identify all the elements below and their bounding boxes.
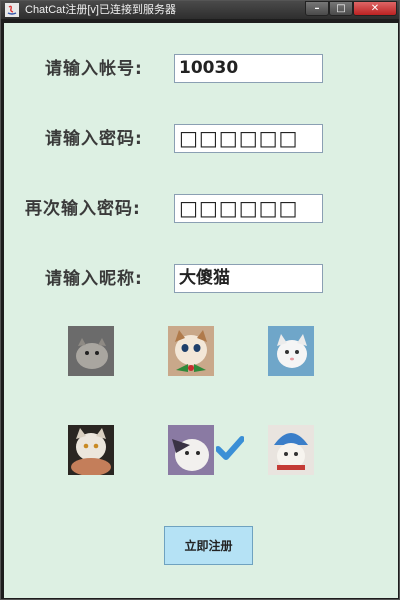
avatar-ginger-cat[interactable] bbox=[168, 326, 214, 376]
grey-cat-icon bbox=[68, 326, 114, 376]
purple-cat-icon bbox=[168, 425, 214, 475]
account-label: 请输入帐号: bbox=[45, 59, 143, 79]
avatar-blue-hat-cat[interactable] bbox=[268, 425, 314, 475]
avatar-purple-cat[interactable] bbox=[168, 425, 214, 475]
password-label: 请输入密码: bbox=[45, 129, 143, 149]
blue-hat-cat-icon bbox=[268, 425, 314, 475]
cat-in-hands-icon bbox=[68, 425, 114, 475]
title-bar[interactable]: ChatCat注册[v]已连接到服务器 – □ ✕ bbox=[1, 1, 399, 19]
white-cat-icon bbox=[268, 326, 314, 376]
avatar-white-cat[interactable] bbox=[268, 326, 314, 376]
java-app-icon bbox=[5, 3, 19, 17]
confirm-password-label: 再次输入密码: bbox=[25, 199, 141, 219]
selected-check-icon bbox=[216, 436, 244, 460]
window-title: ChatCat注册[v]已连接到服务器 bbox=[25, 4, 176, 16]
account-input[interactable]: 10030 bbox=[174, 54, 323, 83]
register-window: ChatCat注册[v]已连接到服务器 – □ ✕ 请输入帐号: 10030 请… bbox=[0, 0, 400, 600]
register-button[interactable]: 立即注册 bbox=[164, 526, 253, 565]
ginger-cat-icon bbox=[168, 326, 214, 376]
password-input[interactable]: □□□□□□ bbox=[174, 124, 323, 153]
close-button[interactable]: ✕ bbox=[353, 1, 397, 16]
minimize-button[interactable]: – bbox=[305, 1, 329, 16]
nickname-label: 请输入昵称: bbox=[45, 269, 143, 289]
nickname-input[interactable]: 大傻猫 bbox=[174, 264, 323, 293]
avatar-grey-cat[interactable] bbox=[68, 326, 114, 376]
form-panel: 请输入帐号: 10030 请输入密码: □□□□□□ 再次输入密码: □□□□□… bbox=[4, 23, 398, 598]
maximize-button[interactable]: □ bbox=[329, 1, 353, 16]
confirm-password-input[interactable]: □□□□□□ bbox=[174, 194, 323, 223]
avatar-cat-in-hands[interactable] bbox=[68, 425, 114, 475]
